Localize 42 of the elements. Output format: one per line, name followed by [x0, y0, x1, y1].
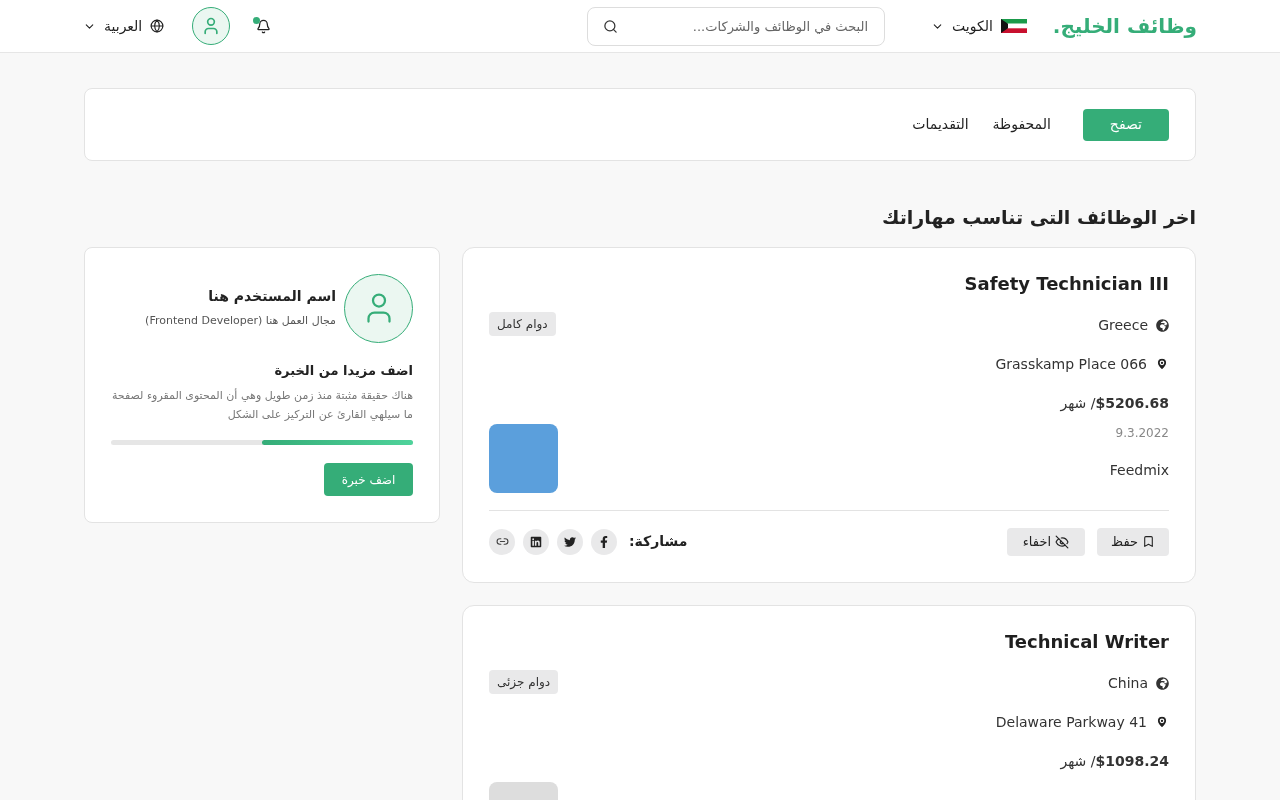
company-name: Feedmix	[1109, 460, 1169, 480]
globe-icon	[150, 19, 165, 33]
prompt-title: اضف مزيدا من الخبرة	[273, 361, 413, 380]
avatar-button[interactable]	[192, 7, 231, 45]
user-field: مجال العمل هنا (Frontend Developer)	[145, 313, 336, 330]
job-date: 9.3.2022	[1114, 424, 1169, 442]
bookmark-icon	[1142, 535, 1155, 548]
hide-button[interactable]: اخفاء	[1006, 527, 1086, 556]
job-title[interactable]: Technical Writer	[995, 627, 1169, 655]
bell-icon[interactable]	[256, 18, 272, 34]
globe-icon	[1156, 676, 1169, 690]
job-country: Greece	[1098, 315, 1148, 335]
country-selector[interactable]: الكويت	[931, 15, 1027, 37]
job-salary: $1098.24	[1095, 751, 1169, 771]
linkedin-icon[interactable]	[523, 528, 549, 555]
language-selector[interactable]: العربية	[83, 15, 165, 37]
job-title[interactable]: Safety Technician III	[964, 269, 1169, 297]
tab[interactable]: التقديمات	[912, 108, 969, 141]
job-address: Delaware Parkway 41	[995, 712, 1147, 732]
job-type-tag: دوام كامل	[489, 311, 556, 336]
save-button[interactable]: حفظ	[1097, 527, 1169, 556]
search-icon	[603, 18, 619, 34]
share-label: مشاركة:	[629, 532, 688, 551]
twitter-icon[interactable]	[557, 528, 583, 555]
job-address: Grasskamp Place 066	[995, 354, 1147, 374]
job-country: China	[1108, 673, 1148, 693]
search-field[interactable]: البحث في الوظائف والشركات...	[587, 6, 886, 46]
section-title: اخر الوظائف التى تناسب مهاراتك	[881, 205, 1196, 231]
prompt-text: هناك حقيقة مثبتة منذ زمن طويل وهي أن المحتوى المقروء لصفحة ما سيلهي القارئ عن التركيز على الشكل	[111, 387, 413, 423]
tab[interactable]: المحفوظة	[992, 108, 1051, 141]
user-name: اسم المستخدم هنا	[207, 287, 336, 307]
map-pin-icon	[1155, 357, 1169, 371]
job-type-tag: دوام جزئى	[489, 669, 559, 694]
flag-icon	[1000, 19, 1027, 33]
globe-icon	[1156, 318, 1169, 332]
eye-off-icon	[1055, 534, 1070, 549]
salary-unit: / شهر	[1060, 393, 1096, 414]
facebook-icon[interactable]	[591, 528, 617, 555]
job-salary: $5206.68	[1095, 393, 1169, 413]
salary-unit: / شهر	[1060, 751, 1096, 772]
map-pin-icon	[1155, 715, 1169, 729]
link-icon[interactable]	[489, 528, 515, 555]
